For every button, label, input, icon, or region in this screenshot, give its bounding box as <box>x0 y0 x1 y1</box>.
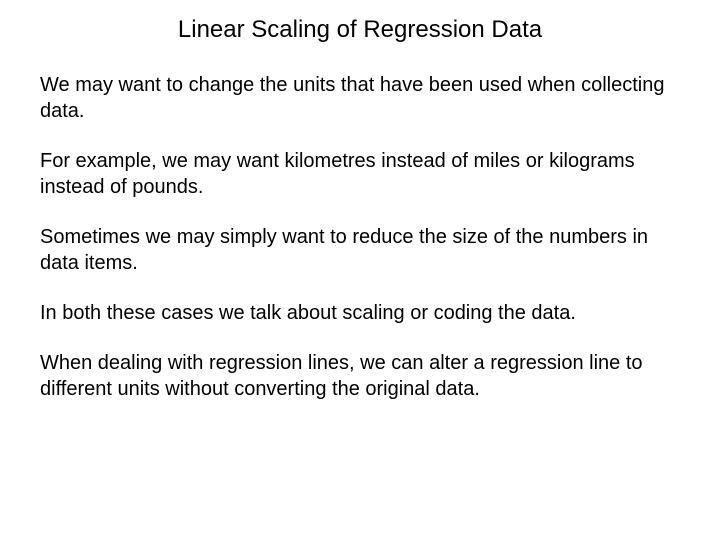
paragraph-example: For example, we may want kilometres inst… <box>40 148 680 200</box>
page-title: Linear Scaling of Regression Data <box>40 16 680 44</box>
slide: Linear Scaling of Regression Data We may… <box>0 0 720 540</box>
paragraph-units-change: We may want to change the units that hav… <box>40 72 680 124</box>
paragraph-regression-lines: When dealing with regression lines, we c… <box>40 350 680 402</box>
paragraph-scaling-coding: In both these cases we talk about scalin… <box>40 300 680 326</box>
paragraph-reduce-size: Sometimes we may simply want to reduce t… <box>40 224 680 276</box>
